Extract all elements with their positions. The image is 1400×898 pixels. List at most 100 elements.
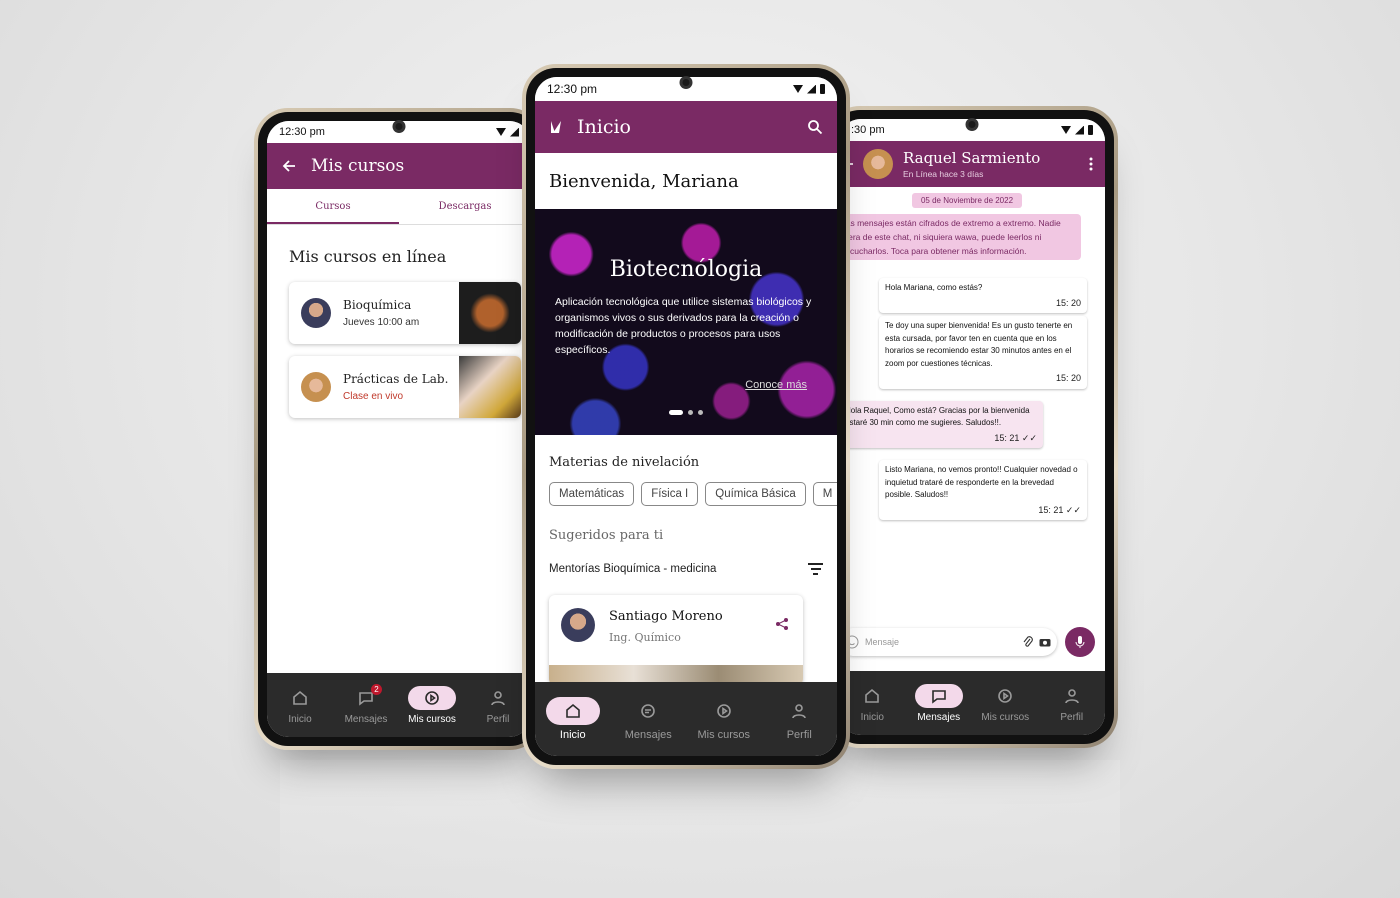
nav-label: Mis cursos (697, 729, 751, 741)
app-logo-icon (551, 121, 561, 133)
unread-badge: 2 (371, 683, 382, 695)
page-title: Inicio (577, 116, 631, 138)
course-thumbnail (459, 282, 521, 344)
wifi-icon (1061, 126, 1071, 134)
camera-icon (392, 120, 406, 133)
contact-name: Raquel Sarmiento (903, 149, 1041, 167)
chip-quimica[interactable]: Química Básica (705, 482, 806, 506)
message-composer: Mensaje (839, 627, 1105, 657)
nav-perfil[interactable]: Perfil (772, 697, 826, 741)
contact-avatar (863, 149, 893, 179)
chip-more[interactable]: M (812, 482, 837, 506)
nav-mensajes[interactable]: Mensajes (914, 683, 963, 723)
message-time: 15: 21 ✓✓ (994, 432, 1037, 443)
hero-carousel[interactable]: Biotecnólogia Aplicación tecnológica que… (535, 209, 837, 435)
nav-label: Inicio (559, 729, 586, 741)
floor-reflection (280, 760, 1120, 898)
mic-button[interactable] (1065, 627, 1095, 657)
status-time: 12:30 pm (547, 82, 598, 96)
message-time: 15: 21 ✓✓ (1038, 504, 1081, 515)
nav-perfil[interactable]: Perfil (1048, 684, 1096, 723)
nav-label: Perfil (486, 713, 510, 725)
filter-row: Mentorías Bioquímica - medicina (535, 555, 837, 575)
subject-chips: Matemáticas Física I Química Básica M (535, 482, 837, 506)
attach-icon[interactable] (1023, 636, 1033, 648)
app-bar: Inicio (535, 101, 837, 153)
chip-fisica[interactable]: Física I (641, 482, 699, 506)
nav-inicio[interactable]: Inicio (848, 684, 896, 723)
page-title: Mis cursos (311, 156, 405, 176)
battery-icon (820, 84, 825, 94)
mentor-role: Ing. Químico (609, 631, 681, 644)
suggested-title: Sugeridos para ti (549, 528, 664, 543)
course-live-label: Clase en vivo (343, 391, 404, 402)
nav-mis-cursos[interactable]: Mis cursos (408, 685, 456, 725)
tab-descargas[interactable]: Descargas (399, 189, 531, 224)
course-card[interactable]: Bioquímica Jueves 10:00 am (289, 282, 521, 344)
nav-mensajes[interactable]: 2 Mensajes (342, 683, 390, 725)
message-time: 15: 20 (1055, 297, 1081, 308)
share-icon[interactable] (775, 617, 789, 631)
nav-inicio[interactable]: Inicio (545, 697, 600, 741)
nav-perfil[interactable]: Perfil (474, 686, 522, 725)
profile-icon (1064, 688, 1079, 703)
hero-description: Aplicación tecnológica que utilice siste… (555, 296, 812, 356)
nav-label: Mensajes (917, 711, 961, 723)
message-text: Hola Raquel, Como está? Gracias por la b… (845, 405, 1030, 428)
course-name: Prácticas de Lab. (343, 372, 449, 386)
home-icon (865, 688, 880, 703)
nav-inicio[interactable]: Inicio (276, 686, 324, 725)
welcome-heading: Bienvenida, Mariana (549, 171, 739, 192)
wifi-icon (496, 128, 506, 136)
filter-icon[interactable] (808, 563, 823, 575)
back-arrow-icon[interactable] (281, 158, 297, 174)
mic-icon (1075, 636, 1085, 648)
tab-bar: Cursos Descargas (267, 189, 531, 225)
nav-label: Inicio (288, 713, 312, 725)
carousel-dot[interactable] (698, 410, 703, 415)
nav-label: Mensajes (624, 729, 672, 741)
message-outgoing: Hola Raquel, Como está? Gracias por la b… (839, 400, 1043, 448)
bottom-nav: Inicio 2 Mensajes Mis cursos Perfil (267, 673, 531, 737)
course-card[interactable]: Prácticas de Lab. Clase en vivo (289, 356, 521, 418)
message-input[interactable]: Mensaje (839, 628, 1057, 656)
search-icon[interactable] (807, 119, 823, 135)
status-time: :30 pm (851, 124, 885, 136)
nav-label: Perfil (1060, 711, 1084, 723)
play-circle-icon (998, 688, 1013, 703)
carousel-dot[interactable] (669, 410, 683, 415)
message-incoming: Listo Mariana, no vemos pronto!! Cualqui… (879, 460, 1087, 520)
home-icon (565, 703, 580, 718)
camera-icon[interactable] (1039, 637, 1051, 647)
mentor-name: Santiago Moreno (609, 609, 723, 624)
courses-heading: Mis cursos en línea (289, 247, 447, 266)
carousel-dot[interactable] (688, 410, 693, 415)
play-circle-icon (425, 690, 439, 705)
chat-header: Raquel Sarmiento En Línea hace 3 días (839, 141, 1105, 187)
mentor-card[interactable]: Santiago Moreno Ing. Químico (549, 595, 803, 685)
encryption-notice[interactable]: Las mensajes están cifrados de extremo a… (839, 214, 1081, 260)
battery-icon (1088, 125, 1093, 135)
tab-cursos[interactable]: Cursos (267, 189, 399, 224)
chip-matematicas[interactable]: Matemáticas (549, 482, 635, 506)
message-placeholder: Mensaje (865, 637, 900, 647)
nav-label: Mensajes (344, 713, 388, 725)
contact-status: En Línea hace 3 días (903, 169, 984, 179)
chat-body: 05 de Noviembre de 2022 Las mensajes est… (839, 187, 1105, 520)
nav-mis-cursos[interactable]: Mis cursos (981, 684, 1029, 723)
bottom-nav: Inicio Mensajes Mis cursos Perfil (839, 671, 1105, 735)
message-time: 15: 20 (1055, 373, 1081, 383)
learn-more-link[interactable]: Conoce más (745, 379, 807, 391)
camera-icon (679, 76, 693, 89)
date-separator: 05 de Noviembre de 2022 (912, 193, 1022, 208)
signal-icon (510, 127, 519, 137)
filter-label: Mentorías Bioquímica - medicina (549, 563, 717, 575)
signal-icon (807, 84, 816, 94)
avatar (301, 372, 331, 402)
nav-mensajes[interactable]: Mensajes (621, 697, 675, 741)
nav-mis-cursos[interactable]: Mis cursos (697, 697, 751, 741)
more-options-icon[interactable] (1089, 157, 1093, 171)
nav-label: Perfil (786, 729, 812, 741)
nav-label: Mis cursos (408, 713, 456, 725)
phone-chat: :30 pm Raquel Sarmiento En Línea hace 3 … (826, 106, 1118, 748)
